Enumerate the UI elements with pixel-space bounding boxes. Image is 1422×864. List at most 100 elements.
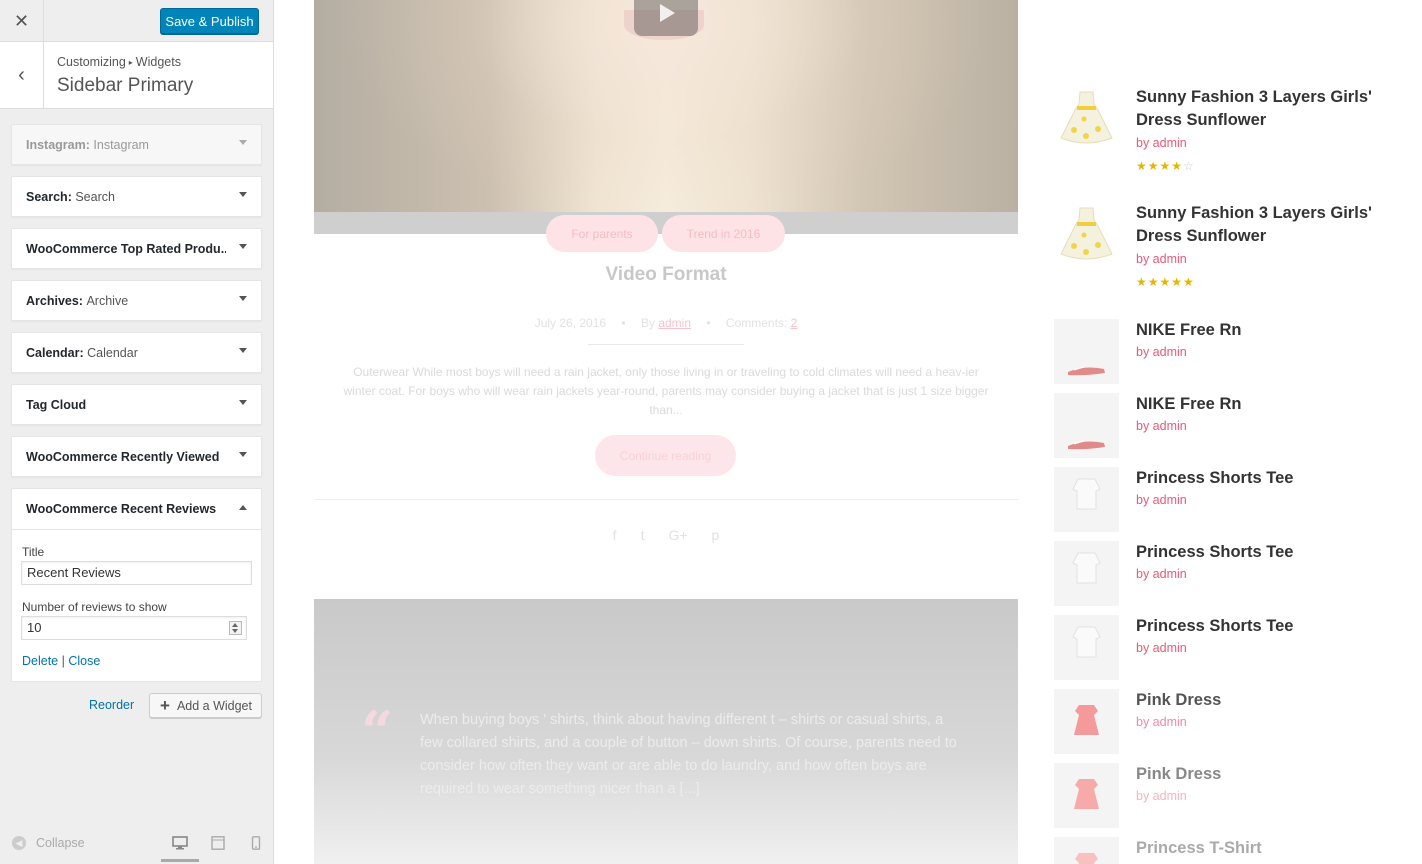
delete-link[interactable]: Delete bbox=[22, 654, 58, 668]
widget-search[interactable]: Search: Search bbox=[11, 176, 262, 217]
breadcrumb-arrow-icon: ▸ bbox=[128, 58, 133, 67]
product-author[interactable]: by admin bbox=[1136, 567, 1187, 581]
widget-title: WooCommerce Top Rated Produ... bbox=[26, 242, 226, 256]
product-author[interactable]: by admin bbox=[1136, 136, 1187, 150]
product-author[interactable]: by admin bbox=[1136, 715, 1187, 729]
widget-archives[interactable]: Archives: Archive bbox=[11, 280, 262, 321]
number-input-value: 10 bbox=[27, 620, 42, 635]
product-name[interactable]: Pink Dress bbox=[1136, 763, 1376, 786]
widget-title: Tag Cloud bbox=[26, 398, 86, 412]
category-pill[interactable]: Trend in 2016 bbox=[662, 215, 785, 252]
chevron-down-icon[interactable] bbox=[239, 296, 247, 301]
category-pill[interactable]: For parents bbox=[546, 215, 658, 252]
widget-header[interactable]: WooCommerce Recent Reviews bbox=[12, 489, 261, 530]
quote-icon: “ bbox=[361, 699, 394, 765]
product-thumbnail[interactable] bbox=[1054, 615, 1119, 680]
product-thumbnail[interactable] bbox=[1054, 467, 1119, 532]
number-input[interactable]: 10 bbox=[21, 616, 247, 640]
product-name[interactable]: Pink Dress bbox=[1136, 689, 1376, 712]
close-link[interactable]: Close bbox=[68, 654, 100, 668]
product-name[interactable]: Princess Shorts Tee bbox=[1136, 615, 1376, 638]
close-icon[interactable]: ✕ bbox=[0, 0, 44, 42]
section-titlebar: ‹ Customizing ▸ Widgets Sidebar Primary bbox=[0, 42, 273, 109]
product-author[interactable]: by admin bbox=[1136, 419, 1187, 433]
post-author-link[interactable]: admin bbox=[658, 316, 691, 330]
google-plus-icon[interactable]: G+ bbox=[668, 527, 687, 543]
chevron-up-icon[interactable] bbox=[239, 505, 247, 510]
chevron-down-icon[interactable] bbox=[239, 192, 247, 197]
product-thumbnail[interactable] bbox=[1054, 319, 1119, 384]
product-thumbnail[interactable] bbox=[1054, 86, 1119, 151]
add-widget-label: Add a Widget bbox=[176, 698, 252, 713]
desktop-preview-icon[interactable] bbox=[172, 836, 188, 850]
site-preview: For parents Trend in 2016 Video Format J… bbox=[274, 0, 1422, 864]
chevron-down-icon[interactable] bbox=[239, 244, 247, 249]
chevron-down-icon[interactable] bbox=[239, 348, 247, 353]
collapse-arrow-icon: ◀ bbox=[12, 836, 26, 850]
product-name[interactable]: NIKE Free Rn bbox=[1136, 319, 1376, 342]
product-thumbnail[interactable] bbox=[1054, 763, 1119, 828]
share-icons: f t G+ p bbox=[314, 527, 1018, 543]
back-icon[interactable]: ‹ bbox=[0, 42, 44, 108]
meta-divider bbox=[588, 344, 744, 345]
widget-title: Search: Search bbox=[26, 190, 115, 204]
product-thumbnail[interactable] bbox=[1054, 541, 1119, 606]
product-author[interactable]: by admin bbox=[1136, 252, 1187, 266]
product-name[interactable]: NIKE Free Rn bbox=[1136, 393, 1376, 416]
add-widget-button[interactable]: + Add a Widget bbox=[149, 693, 262, 718]
pinterest-icon[interactable]: p bbox=[712, 527, 720, 543]
twitter-icon[interactable]: t bbox=[641, 527, 645, 543]
post-divider bbox=[314, 499, 1018, 500]
customizer-footer: ◀ Collapse bbox=[0, 822, 273, 864]
tablet-preview-icon[interactable] bbox=[210, 836, 226, 850]
widget-calendar[interactable]: Calendar: Calendar bbox=[11, 332, 262, 373]
widget-top-rated-products[interactable]: WooCommerce Top Rated Produ... bbox=[11, 228, 262, 269]
widget-tag-cloud[interactable]: Tag Cloud bbox=[11, 384, 262, 425]
title-input[interactable]: Recent Reviews bbox=[21, 561, 252, 585]
product-author[interactable]: by admin bbox=[1136, 641, 1187, 655]
post-title[interactable]: Video Format bbox=[314, 264, 1018, 286]
post-date: July 26, 2016 bbox=[534, 316, 607, 330]
product-thumbnail[interactable] bbox=[1054, 202, 1119, 267]
widget-instagram[interactable]: Instagram: Instagram bbox=[11, 124, 262, 165]
widget-subtitle: Archive bbox=[86, 294, 129, 308]
product-author[interactable]: by admin bbox=[1136, 345, 1187, 359]
play-icon[interactable] bbox=[634, 0, 698, 36]
chevron-down-icon[interactable] bbox=[239, 400, 247, 405]
widget-title-label: Archives: bbox=[26, 294, 83, 308]
product-name[interactable]: Princess Shorts Tee bbox=[1136, 541, 1376, 564]
post-comments-link[interactable]: 2 bbox=[791, 316, 798, 330]
chevron-down-icon[interactable] bbox=[239, 452, 247, 457]
widget-title-label: WooCommerce Recently Viewed bbox=[26, 450, 220, 464]
chevron-down-icon[interactable] bbox=[239, 140, 247, 145]
product-thumbnail[interactable] bbox=[1054, 689, 1119, 754]
facebook-icon[interactable]: f bbox=[613, 527, 617, 543]
widget-subtitle: Calendar bbox=[87, 346, 138, 360]
widget-subtitle: Search bbox=[75, 190, 115, 204]
widget-title-label: Instagram: bbox=[26, 138, 90, 152]
product-name[interactable]: Princess Shorts Tee bbox=[1136, 467, 1376, 490]
dress-image bbox=[1060, 91, 1113, 144]
star-rating: ★★★★★ bbox=[1136, 275, 1195, 289]
post-meta: July 26, 2016 • By admin • Comments: 2 bbox=[314, 316, 1018, 330]
widget-recently-viewed[interactable]: WooCommerce Recently Viewed bbox=[11, 436, 262, 477]
number-field-label: Number of reviews to show bbox=[22, 600, 167, 614]
post-video-thumbnail[interactable] bbox=[314, 0, 1018, 234]
breadcrumb: Customizing ▸ Widgets bbox=[57, 55, 181, 69]
product-name[interactable]: Sunny Fashion 3 Layers Girls' Dress Sunf… bbox=[1136, 86, 1376, 132]
number-stepper[interactable] bbox=[229, 621, 242, 635]
continue-reading-button[interactable]: Continue reading bbox=[595, 435, 736, 476]
product-name[interactable]: Sunny Fashion 3 Layers Girls' Dress Sunf… bbox=[1136, 202, 1376, 248]
mobile-preview-icon[interactable] bbox=[248, 836, 264, 850]
product-author[interactable]: by admin bbox=[1136, 789, 1187, 803]
product-thumbnail[interactable] bbox=[1054, 393, 1119, 458]
reorder-link[interactable]: Reorder bbox=[89, 698, 134, 712]
product-author[interactable]: by admin bbox=[1136, 493, 1187, 507]
product-thumbnail[interactable] bbox=[1054, 837, 1119, 864]
shoe-image bbox=[1068, 366, 1105, 376]
collapse-button[interactable]: ◀ Collapse bbox=[12, 836, 85, 850]
save-publish-button[interactable]: Save & Publish bbox=[160, 8, 259, 34]
title-field-label: Title bbox=[22, 545, 45, 559]
widget-title-label: Tag Cloud bbox=[26, 398, 87, 412]
product-name[interactable]: Princess T-Shirt bbox=[1136, 837, 1376, 860]
